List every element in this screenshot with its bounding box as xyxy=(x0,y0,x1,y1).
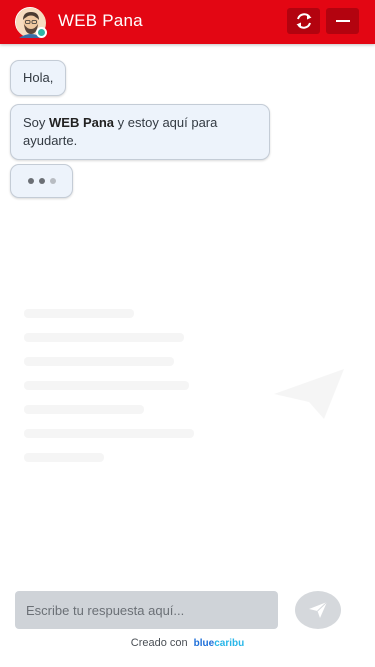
send-icon xyxy=(309,601,328,618)
bot-message: Soy WEB Pana y estoy aquí para ayudarte. xyxy=(10,104,270,160)
typing-dot xyxy=(27,178,34,184)
chat-title: WEB Pana xyxy=(58,11,143,30)
typing-dot xyxy=(49,178,56,184)
minimize-icon xyxy=(335,20,350,22)
message-text: Hola, xyxy=(23,70,54,85)
message-text-prefix: Soy xyxy=(23,115,50,130)
online-status-dot xyxy=(36,27,47,38)
avatar xyxy=(15,7,47,38)
brand-part2: caribu xyxy=(214,638,245,649)
message-list: Hola, Soy WEB Pana y estoy aquí para ayu… xyxy=(0,44,375,584)
minimize-button[interactable] xyxy=(326,8,359,34)
credit-text: Creado con xyxy=(130,637,188,649)
chat-widget: WEB Pana Hola, Soy WEB Pana y estoy aquí… xyxy=(0,0,375,667)
footer-credit: Creado con bluecaribu xyxy=(0,637,375,649)
background-watermark xyxy=(24,309,354,479)
brand-logo[interactable]: bluecaribu xyxy=(194,638,245,649)
bot-message: Hola, xyxy=(10,60,67,96)
message-input[interactable] xyxy=(15,591,278,629)
refresh-icon xyxy=(296,13,311,29)
brand-part1: blue xyxy=(193,638,215,649)
typing-indicator xyxy=(10,164,73,198)
bot-name: WEB Pana xyxy=(49,115,115,130)
refresh-button[interactable] xyxy=(287,8,320,34)
typing-dot xyxy=(38,178,45,184)
chat-header: WEB Pana xyxy=(0,0,375,44)
send-button[interactable] xyxy=(295,591,341,629)
